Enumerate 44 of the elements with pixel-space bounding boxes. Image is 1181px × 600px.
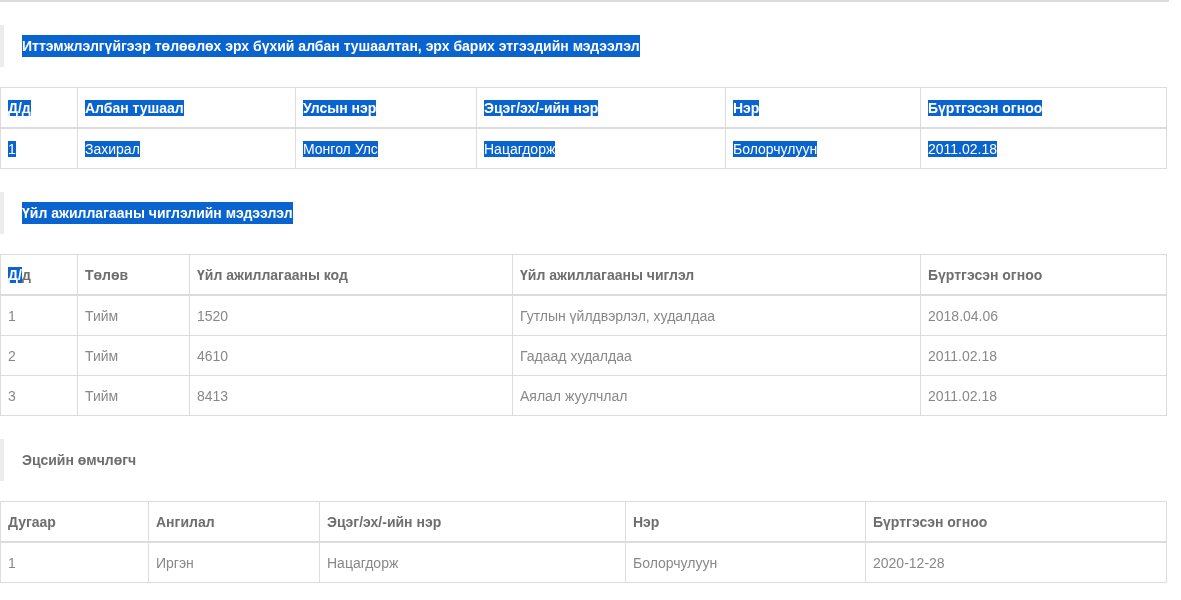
column-header: Эцэг/эх/-ийн нэр	[484, 99, 599, 116]
section-title: Иттэмжлэлгүйгээр төлөөлөх эрх бүхий албан тушаалтан, эрх барих этгээдийн мэдээлэл	[22, 35, 640, 57]
table-cell-text: Захирал	[85, 140, 140, 157]
table-cell-text: 2018.04.06	[928, 307, 999, 324]
column-header: Дугаар	[8, 513, 56, 530]
column-header: Албан тушаал	[85, 99, 184, 116]
column-header: Эцэг/эх/-ийн нэр	[327, 513, 442, 530]
table-cell-text: 3	[8, 387, 16, 404]
table-cell-text: 4610	[197, 347, 229, 364]
table-cell-text: 1	[8, 140, 16, 157]
table-cell-text: Иргэн	[156, 554, 194, 571]
column-header: Үйл ажиллагааны код	[197, 266, 348, 283]
table-cell-text: Нацагдорж	[484, 140, 556, 157]
column-header: Төлөв	[85, 266, 129, 283]
table-cell-text: Болорчулуун	[733, 140, 818, 157]
section-title: Эцсийн өмчлөгч	[22, 451, 137, 470]
table-cell-text: 1520	[197, 307, 229, 324]
section-title: Үйл ажиллагааны чиглэлийн мэдээлэл	[22, 202, 293, 224]
table-cell-text: 2011.02.18	[928, 387, 998, 404]
table-cell-text: Монгол Улс	[303, 140, 378, 157]
table-cell-text: 1	[8, 554, 16, 571]
column-header: Ангилал	[156, 513, 215, 530]
table-cell-text: Гутлын үйлдвэрлэл, худалдаа	[520, 307, 715, 324]
column-header: Бүртгэсэн огноо	[928, 99, 1043, 116]
table-cell-text: Гадаад худалдаа	[520, 347, 632, 364]
table-cell-text: Тийм	[85, 347, 119, 364]
column-header: Үйл ажиллагааны чиглэл	[520, 266, 695, 283]
column-header: Д/д	[8, 99, 31, 116]
table-cell-text: Тийм	[85, 387, 119, 404]
column-header: Нэр	[733, 99, 760, 116]
table-cell-text: 2011.02.18	[928, 347, 998, 364]
table-cell-text: Тийм	[85, 307, 119, 324]
column-header: Бүртгэсэн огноо	[928, 266, 1043, 283]
column-header: Бүртгэсэн огноо	[873, 513, 988, 530]
column-header: Нэр	[633, 513, 660, 530]
column-header: Улсын нэр	[303, 99, 377, 116]
table-cell-text: 2020-12-28	[873, 554, 945, 571]
table-cell-text: 2	[8, 347, 16, 364]
table-cell-text: Нацагдорж	[327, 554, 399, 571]
table-cell-text: 8413	[197, 387, 229, 404]
table-cell-text: Аялал жуулчлал	[520, 387, 628, 404]
table-cell-text: 2011.02.18	[928, 140, 998, 157]
table-cell-text: Болорчулуун	[633, 554, 718, 571]
table-cell-text: 1	[8, 307, 16, 324]
